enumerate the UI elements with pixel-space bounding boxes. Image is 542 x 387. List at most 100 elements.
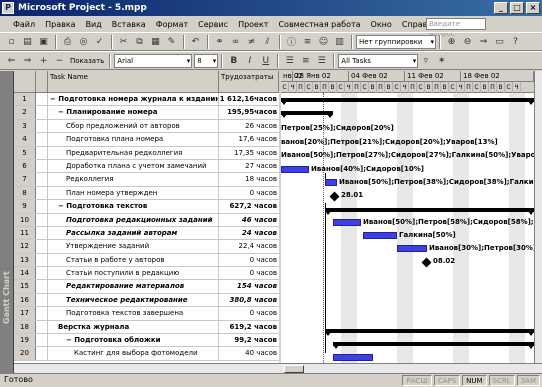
task-name-cell[interactable]: План номера утвержден	[48, 186, 219, 200]
menu-format[interactable]: Формат	[151, 20, 193, 29]
indicator-column-header[interactable]	[36, 71, 48, 92]
work-cell[interactable]: 0 часов	[219, 267, 279, 279]
task-name-cell[interactable]: Редколлегия	[48, 173, 219, 186]
row-id[interactable]: 4	[14, 133, 36, 146]
task-name-cell[interactable]: − Планирование номера	[48, 106, 219, 119]
work-column-header[interactable]: Трудозатраты	[219, 71, 279, 92]
task-row[interactable]: 11 Рассылка заданий авторам 24 часов	[14, 226, 279, 241]
task-row[interactable]: 15 Редактирование материалов 154 часов	[14, 280, 279, 294]
gantt-wizard-icon[interactable]: ✶	[434, 53, 449, 68]
bold-icon[interactable]: B	[226, 53, 241, 68]
vertical-scrollbar[interactable]	[534, 71, 542, 363]
font-size-select[interactable]: 8	[194, 53, 219, 68]
task-row[interactable]: 8 План номера утвержден 0 часов	[14, 186, 279, 201]
task-row[interactable]: 14 Статьи поступили в редакцию 0 часов	[14, 267, 279, 281]
milestone-marker[interactable]	[421, 257, 432, 268]
task-row[interactable]: 6 Доработка плана с учетом замечаний 27 ча…	[14, 159, 279, 174]
work-cell[interactable]: 154 часов	[219, 280, 279, 292]
task-bar[interactable]	[363, 232, 397, 239]
row-id[interactable]: 8	[14, 186, 36, 200]
task-bar[interactable]	[333, 354, 373, 361]
row-id[interactable]: 7	[14, 173, 36, 186]
work-cell[interactable]: 0 часов	[219, 307, 279, 319]
arrow-right-icon[interactable]: ⇒	[20, 53, 35, 68]
summary-bar[interactable]	[325, 329, 534, 336]
assign-resources-icon[interactable]: ☺	[316, 34, 331, 49]
task-name-cell[interactable]: Редактирование материалов	[48, 280, 219, 293]
save-icon[interactable]: ▣	[36, 34, 51, 49]
work-cell[interactable]: 17,35 часов	[219, 147, 279, 159]
task-bar[interactable]	[397, 245, 427, 252]
select-all-cell[interactable]	[14, 71, 36, 92]
help-question-input[interactable]: Введите вопрос	[426, 18, 486, 38]
menu-view[interactable]: Вид	[81, 20, 107, 29]
summary-bar[interactable]	[333, 342, 534, 349]
task-row[interactable]: 9 − Подготовка текстов 627,2 часов	[14, 200, 279, 214]
row-id[interactable]: 5	[14, 146, 36, 159]
menu-file[interactable]: Файл	[8, 20, 40, 29]
task-name-cell[interactable]: Доработка плана с учетом замечаний	[48, 159, 219, 173]
task-row[interactable]: 12 Утверждение заданий 22,4 часов	[14, 240, 279, 254]
menu-tools[interactable]: Сервис	[193, 20, 233, 29]
row-id[interactable]: 14	[14, 267, 36, 280]
align-right-icon[interactable]: ☰	[314, 53, 329, 68]
minus-icon[interactable]: −	[52, 53, 67, 68]
task-row[interactable]: 2 − Планирование номера 195,95часов	[14, 106, 279, 120]
group-by-select[interactable]: Нет группировки	[356, 34, 436, 49]
new-icon[interactable]: ▫	[4, 34, 19, 49]
task-name-cell[interactable]: Статьи поступили в редакцию	[48, 267, 219, 280]
summary-bar[interactable]	[325, 208, 534, 215]
task-name-cell[interactable]: Верстка журнала	[48, 320, 219, 334]
task-name-cell[interactable]: Техническое редактирование	[48, 293, 219, 307]
row-id[interactable]: 15	[14, 280, 36, 293]
minimize-button[interactable]: _	[494, 2, 508, 14]
scroll-thumb[interactable]	[284, 365, 304, 373]
work-cell[interactable]: 40 часов	[219, 347, 279, 359]
work-cell[interactable]: 18 часов	[219, 173, 279, 185]
print-icon[interactable]: ⎙	[60, 34, 75, 49]
task-bar[interactable]	[333, 219, 361, 226]
task-name-cell[interactable]: − Подготовка обложки	[48, 334, 219, 347]
task-row[interactable]: 3 Сбор предложений от авторов 26 часов	[14, 119, 279, 134]
row-id[interactable]: 2	[14, 106, 36, 119]
row-id[interactable]: 16	[14, 293, 36, 307]
row-id[interactable]: 3	[14, 119, 36, 133]
zoom-out-icon[interactable]: ⊖	[460, 34, 475, 49]
autofilter-icon[interactable]: ▿	[418, 53, 433, 68]
task-name-cell[interactable]: Подготовка плана номера	[48, 133, 219, 146]
row-id[interactable]: 10	[14, 213, 36, 226]
milestone-marker[interactable]	[329, 191, 340, 202]
split-task-icon[interactable]: ⫽	[260, 34, 275, 49]
summary-bar[interactable]	[281, 98, 534, 105]
link-tasks-icon[interactable]: ∞	[228, 34, 243, 49]
task-row[interactable]: 17 Подготовка текстов завершена 0 часов	[14, 307, 279, 321]
zoom-in-icon[interactable]: ⊕	[444, 34, 459, 49]
work-cell[interactable]: 1 612,16часов	[219, 93, 279, 105]
work-cell[interactable]: 22,4 часов	[219, 240, 279, 252]
preview-icon[interactable]: ◎	[76, 34, 91, 49]
menu-insert[interactable]: Вставка	[107, 20, 151, 29]
font-select[interactable]: Arial	[114, 53, 193, 68]
task-info-icon[interactable]: ⓘ	[284, 34, 299, 49]
work-cell[interactable]: 99,2 часов	[219, 334, 279, 346]
close-button[interactable]: ×	[526, 2, 540, 14]
row-id[interactable]: 19	[14, 334, 36, 347]
open-icon[interactable]: ▤	[20, 34, 35, 49]
row-id[interactable]: 6	[14, 159, 36, 173]
row-id[interactable]: 13	[14, 253, 36, 267]
publish-icon[interactable]: ▥	[332, 34, 347, 49]
work-cell[interactable]: 24 часов	[219, 227, 279, 239]
menu-collaborate[interactable]: Совместная работа	[273, 20, 365, 29]
work-cell[interactable]: 380,8 часов	[219, 294, 279, 306]
work-cell[interactable]: 46 часов	[219, 214, 279, 226]
spelling-icon[interactable]: ✓	[92, 34, 107, 49]
horizontal-scrollbar[interactable]	[14, 363, 542, 373]
task-name-cell[interactable]: Подготовка текстов завершена	[48, 307, 219, 320]
align-left-icon[interactable]: ☰	[282, 53, 297, 68]
row-id[interactable]: 11	[14, 226, 36, 240]
paste-icon[interactable]: ▦	[148, 34, 163, 49]
task-row[interactable]: 5 Предварительная редколлегия 17,35 часов	[14, 146, 279, 160]
task-row[interactable]: 10 Подготовка редакционных заданий 46 часо…	[14, 213, 279, 227]
hyperlink-icon[interactable]: ⚭	[212, 34, 227, 49]
task-name-cell[interactable]: Утверждение заданий	[48, 240, 219, 253]
